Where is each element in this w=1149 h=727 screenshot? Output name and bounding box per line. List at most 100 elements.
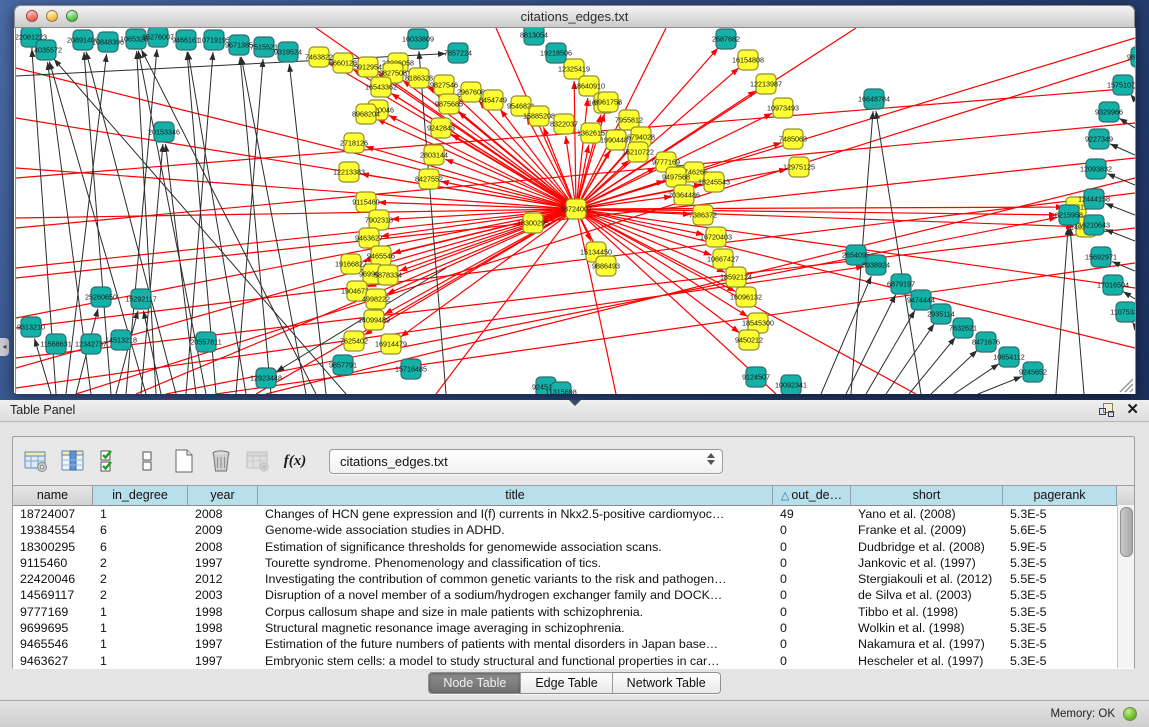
- table-row[interactable]: 969969511998Structural magnetic resonanc…: [13, 620, 1134, 636]
- close-panel-icon[interactable]: ✕: [1126, 402, 1139, 417]
- graph-node[interactable]: 10667427: [707, 249, 739, 269]
- graph-node[interactable]: 16914479: [375, 334, 407, 354]
- citation-edge-black[interactable]: [1070, 227, 1084, 394]
- graph-node[interactable]: 16648784: [858, 89, 890, 109]
- graph-node[interactable]: 6879197: [887, 274, 915, 294]
- citation-edge-red[interactable]: [16, 168, 576, 209]
- citation-edge-black[interactable]: [954, 364, 999, 394]
- column-header-in_degree[interactable]: in_degree: [93, 486, 188, 505]
- citation-edge-red[interactable]: [16, 118, 576, 209]
- citation-edge-red[interactable]: [576, 38, 1135, 209]
- zoom-window-button[interactable]: [66, 10, 78, 22]
- resize-grip[interactable]: [1120, 379, 1133, 392]
- graph-node[interactable]: 2687682: [712, 29, 740, 49]
- citation-network-graph[interactable]: 1830029515134450988649374638228660128591…: [16, 28, 1135, 394]
- graph-node[interactable]: 5878334: [374, 265, 402, 285]
- graph-node[interactable]: 12975125: [783, 157, 815, 177]
- graph-node[interactable]: 2718126: [340, 133, 368, 153]
- graph-node[interactable]: 6961758: [594, 92, 622, 112]
- graph-node[interactable]: 8454749: [479, 90, 507, 110]
- citation-edge-black[interactable]: [909, 337, 955, 394]
- citation-edge-black[interactable]: [1056, 227, 1068, 394]
- graph-node[interactable]: 11568631: [40, 334, 71, 354]
- graph-node[interactable]: 9245652: [1019, 362, 1047, 382]
- graph-node[interactable]: 9827546: [430, 75, 458, 95]
- table-row[interactable]: 911546021997Tourette syndrome. Phenomeno…: [13, 555, 1134, 571]
- graph-node[interactable]: 7857224: [444, 43, 472, 63]
- graph-node[interactable]: 9857791: [329, 355, 357, 375]
- citation-edge-black[interactable]: [1110, 144, 1135, 155]
- table-row[interactable]: 977716911998Corpus callosum shape and si…: [13, 604, 1134, 620]
- graph-node[interactable]: 16154808: [732, 50, 764, 70]
- table-row[interactable]: 1938455462009Genome-wide association stu…: [13, 522, 1134, 538]
- graph-node[interactable]: 9313210: [17, 317, 45, 337]
- table-select-dropdown[interactable]: citations_edges.txt: [329, 449, 723, 474]
- graph-node[interactable]: 8813054: [520, 28, 548, 45]
- graph-node[interactable]: 9465546: [367, 246, 395, 266]
- graph-node[interactable]: 16033809: [402, 29, 434, 49]
- graph-node[interactable]: 9875685: [435, 94, 463, 114]
- graph-node[interactable]: 12093832: [1080, 159, 1112, 179]
- citation-edge-red[interactable]: [576, 207, 1064, 209]
- network-canvas[interactable]: 1830029515134450988649374638228660128591…: [15, 28, 1136, 394]
- graph-node[interactable]: 15751074: [1107, 75, 1135, 95]
- graph-node[interactable]: 8322037: [550, 114, 578, 134]
- citation-edge-black[interactable]: [931, 350, 977, 394]
- citation-edge-red[interactable]: [574, 81, 576, 209]
- column-header-name[interactable]: name: [13, 486, 93, 505]
- delete-trash-icon[interactable]: [206, 446, 236, 476]
- select-rows-icon[interactable]: [95, 446, 125, 476]
- graph-node[interactable]: 14099489: [358, 310, 390, 330]
- citation-edge-red[interactable]: [576, 209, 616, 394]
- table-row[interactable]: 946362711997Embryonic stem cells: a mode…: [13, 653, 1134, 669]
- table-row[interactable]: 2242004622012Investigating the contribut…: [13, 571, 1134, 587]
- citation-edge-black[interactable]: [866, 310, 915, 394]
- close-window-button[interactable]: [26, 10, 38, 22]
- graph-node[interactable]: 11075338: [1110, 302, 1135, 322]
- column-header-short[interactable]: short: [851, 486, 1003, 505]
- citation-edge-black[interactable]: [1105, 229, 1135, 241]
- graph-node[interactable]: 7632621: [949, 318, 977, 338]
- column-header-title[interactable]: title: [258, 486, 773, 505]
- table-panel-header[interactable]: Table Panel ✕: [0, 400, 1149, 422]
- graph-node[interactable]: 9497568: [662, 167, 690, 187]
- graph-node[interactable]: 9115460: [352, 192, 379, 212]
- citation-edge-black[interactable]: [141, 50, 316, 394]
- table-column-icon[interactable]: [58, 446, 88, 476]
- graph-node[interactable]: 20364486: [668, 185, 700, 205]
- graph-node[interactable]: 8968204: [352, 104, 380, 124]
- minimize-window-button[interactable]: [46, 10, 58, 22]
- graph-node[interactable]: 8427552: [415, 169, 443, 189]
- table-settings-icon[interactable]: [21, 446, 51, 476]
- column-header-year[interactable]: year: [188, 486, 258, 505]
- citation-edge-black[interactable]: [978, 376, 1022, 394]
- graph-node[interactable]: 10092341: [775, 375, 807, 394]
- graph-node[interactable]: 12213383: [333, 162, 365, 182]
- graph-node[interactable]: 7386372: [689, 205, 717, 225]
- citation-edge-black[interactable]: [886, 324, 934, 394]
- citation-edge-black[interactable]: [1130, 94, 1135, 100]
- tab-node-table[interactable]: Node Table: [429, 673, 521, 693]
- graph-node[interactable]: 5912954: [354, 57, 382, 77]
- graph-node[interactable]: 9886493: [592, 256, 620, 276]
- table-vertical-scrollbar[interactable]: [1117, 505, 1134, 668]
- table-row[interactable]: 1830029562008Estimation of significance …: [13, 539, 1134, 555]
- function-builder-icon[interactable]: f(x): [280, 446, 310, 476]
- divider-notch-icon[interactable]: [569, 400, 581, 406]
- graph-node[interactable]: 9242843: [427, 118, 455, 138]
- graph-node[interactable]: 9329966: [1095, 102, 1123, 122]
- window-titlebar[interactable]: citations_edges.txt: [14, 5, 1135, 28]
- graph-node[interactable]: 15716485: [395, 359, 427, 379]
- citation-edge-black[interactable]: [1105, 203, 1135, 215]
- graph-node[interactable]: 8471676: [972, 332, 1000, 352]
- citation-edge-black[interactable]: [241, 57, 306, 394]
- graph-node[interactable]: 7625402: [340, 331, 368, 351]
- citation-edge-black[interactable]: [236, 59, 263, 394]
- column-header-pagerank[interactable]: pagerank: [1003, 486, 1117, 505]
- citation-edge-black[interactable]: [821, 276, 871, 394]
- column-header-out_de[interactable]: △out_de…: [773, 486, 851, 505]
- graph-node[interactable]: 9671385: [225, 35, 253, 55]
- graph-node[interactable]: 15276007: [142, 28, 174, 47]
- citation-edge-red[interactable]: [451, 134, 576, 209]
- graph-node[interactable]: 15692971: [1085, 247, 1117, 267]
